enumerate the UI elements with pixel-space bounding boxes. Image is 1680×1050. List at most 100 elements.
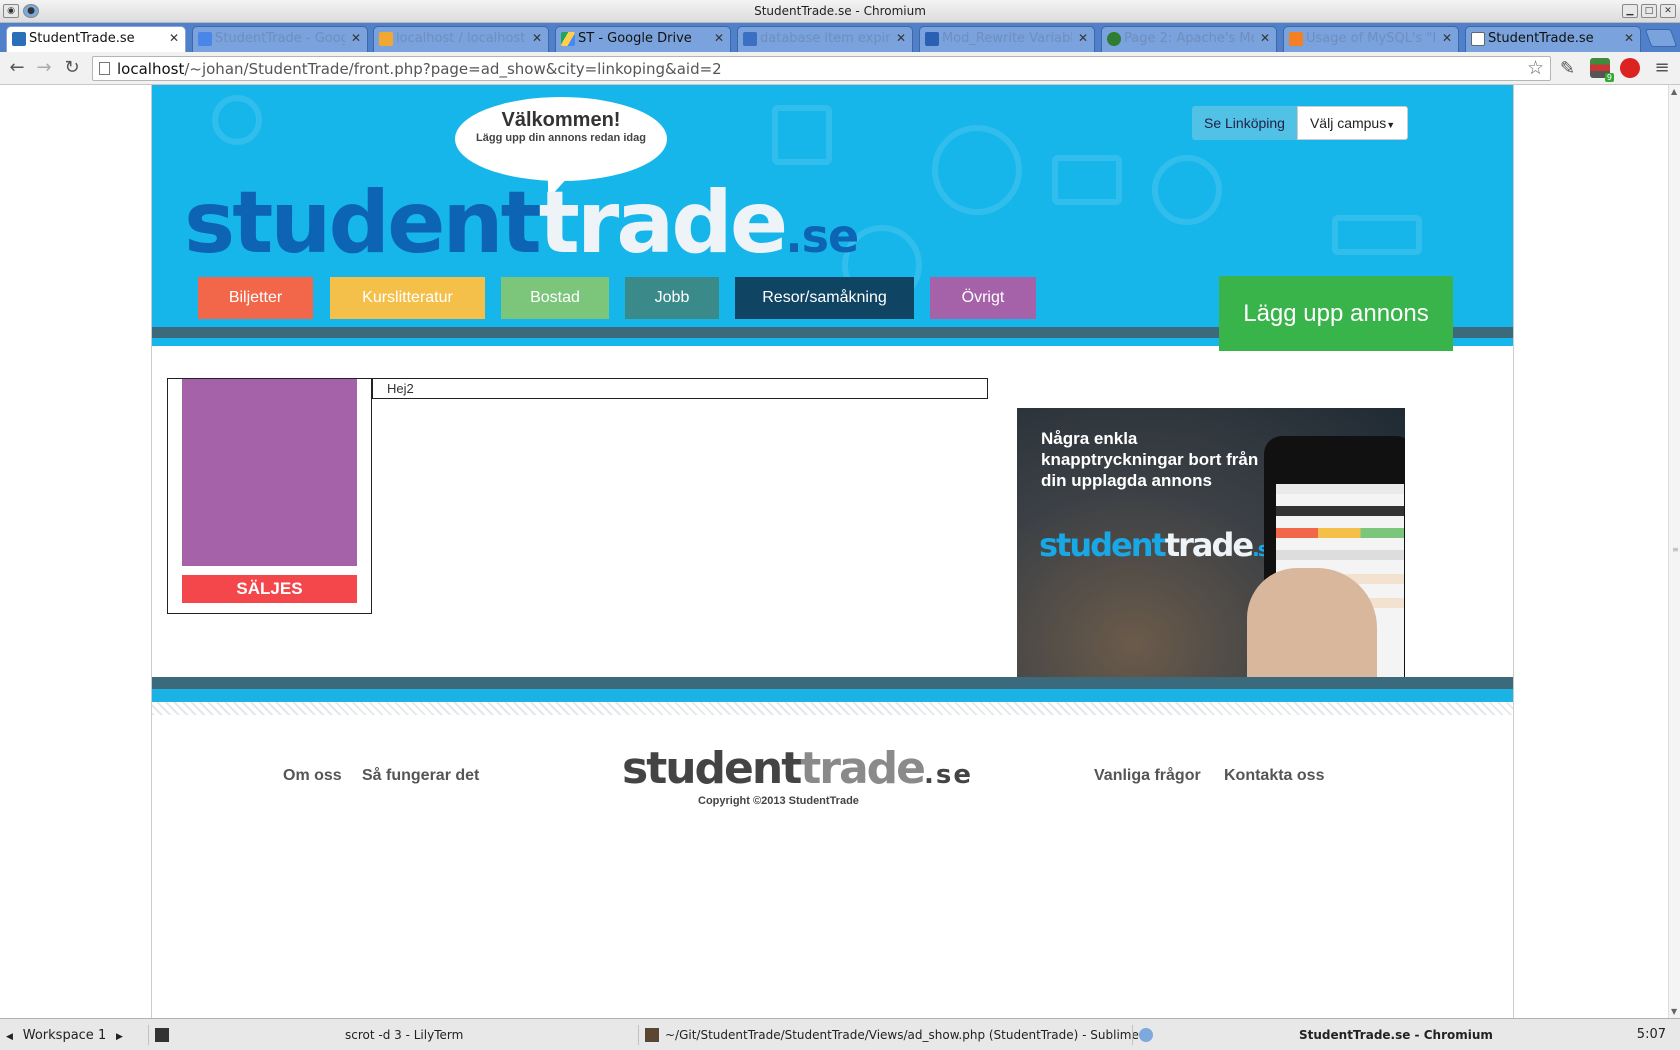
tab-studenttrade[interactable]: StudentTrade.se ✕ — [6, 26, 186, 52]
tab-label: Page 2: Apache's Mod — [1124, 31, 1254, 46]
scroll-grip-icon[interactable]: ≡ — [1672, 545, 1679, 554]
category-ovrigt[interactable]: Övrigt — [930, 277, 1036, 319]
eyedropper-icon[interactable]: ✎ — [1560, 58, 1580, 79]
page-viewport: Välkommen! Lägg upp din annons redan ida… — [0, 85, 1668, 1018]
ad-title: Hej2 — [372, 378, 988, 399]
tab-mod-rewrite[interactable]: Mod_Rewrite Variable: ✕ — [919, 26, 1095, 52]
decoration — [1332, 215, 1422, 255]
close-tab-icon[interactable]: ✕ — [1078, 31, 1088, 45]
footer-link-faq[interactable]: Vanliga frågor — [1094, 767, 1201, 785]
new-tab-button[interactable] — [1644, 29, 1678, 47]
url-path: /~johan/StudentTrade/front.php?page=ad_s… — [184, 60, 722, 78]
extension-badge: 9 — [1604, 73, 1614, 82]
aa-icon — [925, 32, 939, 46]
taskbar: ◀ Workspace 1 ▶ scrot -d 3 - LilyTerm ~/… — [0, 1018, 1680, 1050]
tab-label: localhost / localhost / — [396, 31, 526, 46]
welcome-title: Välkommen! — [501, 109, 621, 131]
close-tab-icon[interactable]: ✕ — [169, 31, 179, 45]
sublime-icon — [645, 1028, 659, 1042]
tab-phpmyadmin[interactable]: localhost / localhost / ✕ — [373, 26, 549, 52]
scroll-down-icon[interactable]: ▼ — [1671, 1007, 1677, 1016]
copyright-text: Copyright ©2013 StudentTrade — [698, 795, 859, 807]
footer-logo[interactable]: studenttrade.se — [622, 743, 973, 794]
category-bostad[interactable]: Bostad — [501, 277, 609, 319]
campus-dropdown[interactable]: Välj campus▼ — [1296, 106, 1409, 140]
tab-apache[interactable]: Page 2: Apache's Mod ✕ — [1101, 26, 1277, 52]
taskbar-item-lilyterm[interactable]: scrot -d 3 - LilyTerm — [148, 1025, 636, 1045]
tab-database-search[interactable]: database item expire ✕ — [737, 26, 913, 52]
decoration — [212, 95, 262, 145]
power-icon[interactable] — [1620, 58, 1640, 78]
url-text: localhost/~johan/StudentTrade/front.php?… — [117, 60, 722, 78]
page-scrollbar[interactable]: ▲ ≡ ▼ — [1668, 85, 1680, 1018]
category-kurslitteratur[interactable]: Kurslitteratur — [330, 277, 485, 319]
maximize-button[interactable]: □ — [1641, 4, 1657, 18]
search-icon — [743, 32, 757, 46]
ad-image-placeholder[interactable] — [182, 379, 357, 566]
tab-google-docs[interactable]: StudentTrade - Googl ✕ — [192, 26, 368, 52]
taskbar-item-chromium[interactable]: StudentTrade.se - Chromium — [1132, 1025, 1632, 1045]
taskbar-item-label: scrot -d 3 - LilyTerm — [345, 1028, 464, 1042]
prev-workspace-icon[interactable]: ◀ — [6, 1032, 13, 1042]
footer-link-sa-fungerar[interactable]: Så fungerar det — [362, 767, 479, 785]
scroll-up-icon[interactable]: ▲ — [1671, 87, 1677, 96]
close-tab-icon[interactable]: ✕ — [1624, 31, 1634, 45]
back-icon[interactable]: ← — [6, 57, 28, 79]
logo-part: .se — [924, 760, 974, 790]
address-bar[interactable]: localhost/~johan/StudentTrade/front.php?… — [92, 56, 1551, 81]
site-container: Välkommen! Lägg upp din annons redan ida… — [151, 85, 1514, 1018]
category-biljetter[interactable]: Biljetter — [198, 277, 313, 319]
close-tab-icon[interactable]: ✕ — [351, 31, 361, 45]
promo-banner[interactable]: Några enkla knapptryckningar bort från d… — [1017, 408, 1405, 704]
logo-part: student — [1039, 526, 1167, 564]
ad-card: SÄLJES — [167, 378, 372, 614]
footer-link-om-oss[interactable]: Om oss — [283, 767, 342, 785]
logo-part: trade — [1164, 526, 1254, 564]
logo-part: trade — [800, 743, 926, 794]
tab-mysql[interactable]: Usage of MySQL's "IF ✕ — [1283, 26, 1459, 52]
site-logo[interactable]: studenttrade.se — [184, 173, 859, 273]
decoration — [1052, 155, 1122, 205]
footer-band — [152, 677, 1513, 689]
promo-text: Några enkla knapptryckningar bort från d… — [1041, 429, 1259, 490]
taskbar-item-label: StudentTrade.se - Chromium — [1299, 1028, 1493, 1042]
phone-screen-row — [1276, 506, 1404, 516]
taskbar-item-sublime[interactable]: ~/Git/StudentTrade/StudentTrade/Views/ad… — [638, 1025, 1139, 1045]
workspace-switcher[interactable]: ◀ Workspace 1 ▶ — [6, 1025, 123, 1045]
welcome-subtitle: Lägg upp din annons redan idag — [476, 132, 646, 144]
category-resor[interactable]: Resor/samåkning — [735, 277, 914, 319]
close-tab-icon[interactable]: ✕ — [532, 31, 542, 45]
tab-label: Usage of MySQL's "IF — [1306, 31, 1436, 46]
close-window-button[interactable]: ✕ — [1660, 4, 1676, 18]
google-docs-icon — [198, 32, 212, 46]
campus-city-button[interactable]: Se Linköping — [1192, 106, 1297, 140]
reload-icon[interactable]: ↻ — [61, 57, 83, 79]
forward-icon[interactable]: → — [33, 57, 55, 79]
logo-part: student — [184, 173, 542, 273]
minimize-button[interactable]: ▁ — [1622, 4, 1638, 18]
close-tab-icon[interactable]: ✕ — [896, 31, 906, 45]
campus-dropdown-label: Välj campus — [1309, 115, 1387, 131]
bookmark-star-icon[interactable]: ☆ — [1527, 57, 1544, 79]
category-jobb[interactable]: Jobb — [625, 277, 719, 319]
menu-icon[interactable]: ≡ — [1651, 57, 1673, 79]
globe-icon — [1107, 32, 1121, 46]
workspace-label: Workspace 1 — [22, 1028, 107, 1043]
tab-studenttrade-2[interactable]: StudentTrade.se ✕ — [1465, 26, 1641, 52]
post-ad-button[interactable]: Lägg upp annons — [1219, 276, 1453, 351]
extension-icon[interactable]: 9 — [1590, 58, 1614, 82]
logo-part: .se — [785, 209, 859, 263]
phone-screen-row — [1276, 550, 1404, 560]
page-icon — [99, 62, 110, 75]
close-tab-icon[interactable]: ✕ — [714, 31, 724, 45]
close-tab-icon[interactable]: ✕ — [1260, 31, 1270, 45]
footer-link-kontakta[interactable]: Kontakta oss — [1224, 767, 1324, 785]
terminal-icon — [155, 1028, 169, 1042]
next-workspace-icon[interactable]: ▶ — [116, 1032, 123, 1042]
logo-part: trade — [538, 173, 788, 273]
tab-label: database item expire — [760, 31, 890, 46]
close-tab-icon[interactable]: ✕ — [1442, 31, 1452, 45]
decoration — [1152, 155, 1222, 225]
tab-google-drive[interactable]: ST - Google Drive ✕ — [555, 26, 731, 52]
caret-down-icon: ▼ — [1386, 120, 1396, 130]
